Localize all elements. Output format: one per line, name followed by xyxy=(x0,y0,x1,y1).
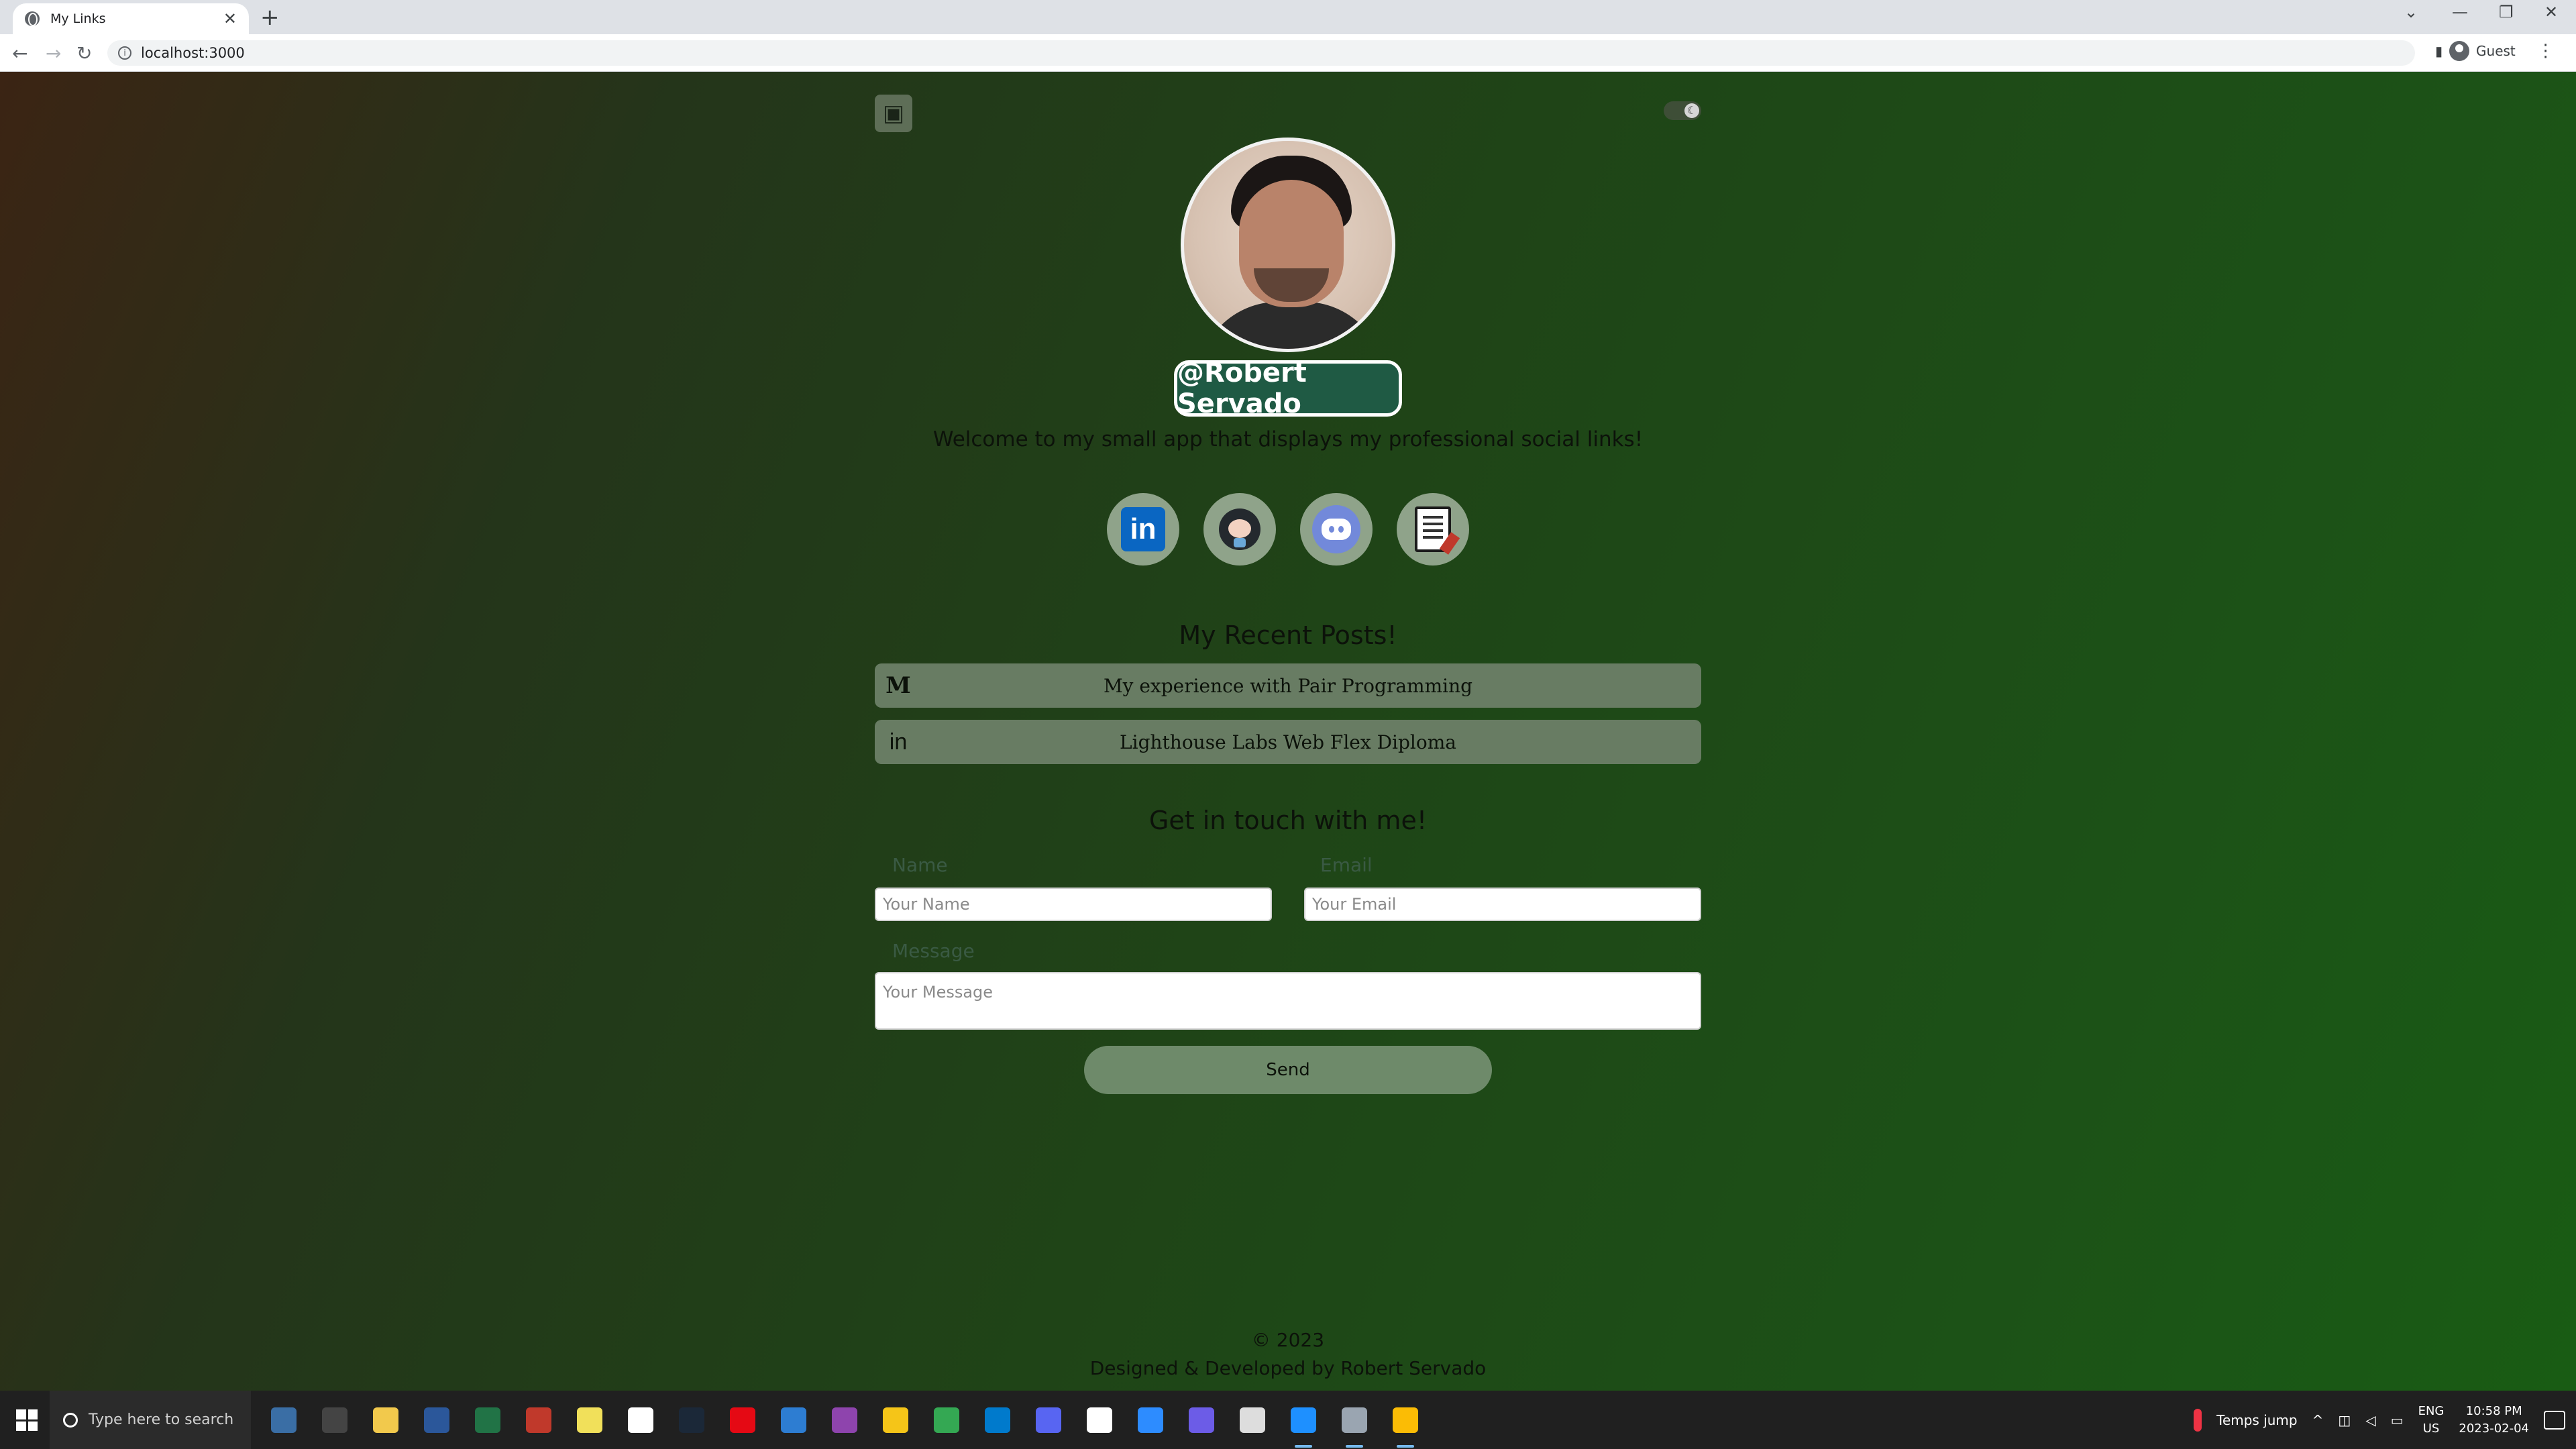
close-tab-icon[interactable]: ✕ xyxy=(223,9,237,28)
message-field[interactable] xyxy=(875,972,1701,1030)
weather-text[interactable]: Temps jump xyxy=(2216,1412,2298,1428)
page-viewport: ▣ ☾ @Robert Servado Welcome to my small … xyxy=(0,72,2576,1391)
side-panel-icon[interactable]: ▮ xyxy=(2435,43,2443,59)
app-purple-icon[interactable] xyxy=(828,1403,861,1437)
linkedin-icon: in xyxy=(1121,507,1165,551)
restore-button[interactable]: ❐ xyxy=(2499,3,2514,21)
globe-icon xyxy=(25,11,40,26)
email-field[interactable] xyxy=(1304,888,1701,921)
post-title: My experience with Pair Programming xyxy=(1103,674,1473,697)
chrome-icon[interactable] xyxy=(930,1403,963,1437)
post-title: Lighthouse Labs Web Flex Diploma xyxy=(1120,731,1456,753)
profile-avatar xyxy=(1181,138,1395,352)
reload-button[interactable]: ↻ xyxy=(76,42,92,64)
app-violet-icon[interactable] xyxy=(1185,1403,1218,1437)
name-label: Name xyxy=(892,854,948,876)
footer-copyright: © 2023 xyxy=(1251,1329,1325,1351)
clock-date: 2023-02-04 xyxy=(2459,1421,2529,1436)
address-url: localhost:3000 xyxy=(141,45,245,61)
address-bar[interactable]: i localhost:3000 xyxy=(107,40,2415,66)
profile-label[interactable]: Guest xyxy=(2476,43,2516,59)
windows-taskbar: Type here to search Temps jump ^ ◫ ◁ ▭ E… xyxy=(0,1391,2576,1449)
weather-icon[interactable] xyxy=(2194,1408,2202,1432)
linux-icon[interactable] xyxy=(879,1403,912,1437)
steam-icon[interactable] xyxy=(675,1403,708,1437)
widgets-icon[interactable] xyxy=(267,1403,301,1437)
resume-link[interactable] xyxy=(1397,493,1469,566)
discord-icon xyxy=(1312,505,1360,553)
search-placeholder: Type here to search xyxy=(89,1411,234,1428)
moon-icon: ☾ xyxy=(1684,103,1699,118)
taskbar-search[interactable]: Type here to search xyxy=(50,1391,251,1449)
welcome-text: Welcome to my small app that displays my… xyxy=(932,427,1644,451)
linkedin-link[interactable]: in xyxy=(1107,493,1179,566)
excel-icon[interactable] xyxy=(471,1403,504,1437)
linkedin-icon: in xyxy=(889,729,908,755)
browser-menu-icon[interactable]: ⋮ xyxy=(2537,41,2555,61)
tray-overflow-icon[interactable]: ^ xyxy=(2312,1412,2324,1428)
notes-icon[interactable] xyxy=(573,1403,606,1437)
profile-icon[interactable] xyxy=(2449,41,2470,61)
minimize-button[interactable]: — xyxy=(2452,3,2468,21)
browser-tab[interactable]: My Links ✕ xyxy=(13,3,249,34)
browser-toolbar: ← → ↻ i localhost:3000 ▮ Guest ⋮ xyxy=(0,34,2576,72)
post-link[interactable]: in Lighthouse Labs Web Flex Diploma xyxy=(875,720,1701,764)
vscode-icon[interactable] xyxy=(981,1403,1014,1437)
search-icon xyxy=(63,1412,78,1428)
task-view-icon[interactable] xyxy=(318,1403,352,1437)
medium-icon: M xyxy=(885,672,911,699)
discord-link[interactable] xyxy=(1300,493,1373,566)
page-container: ▣ ☾ @Robert Servado Welcome to my small … xyxy=(875,72,1701,1391)
volume-icon[interactable]: ◁ xyxy=(2365,1412,2375,1428)
app-blue-icon[interactable] xyxy=(777,1403,810,1437)
back-button[interactable]: ← xyxy=(12,42,28,64)
system-tray: Temps jump ^ ◫ ◁ ▭ ENG US 10:58 PM 2023-… xyxy=(2194,1391,2565,1449)
file-explorer-icon[interactable] xyxy=(369,1403,402,1437)
zoom-icon[interactable] xyxy=(1134,1403,1167,1437)
taskbar-apps xyxy=(267,1391,1422,1449)
browser-tabstrip: My Links ✕ + ⌄ — ❐ ✕ xyxy=(0,0,2576,34)
new-tab-button[interactable]: + xyxy=(260,4,280,31)
posts-title: My Recent Posts! xyxy=(1179,621,1397,650)
github-icon xyxy=(1219,508,1260,550)
resume-icon xyxy=(1415,506,1451,552)
tab-title: My Links xyxy=(50,11,106,26)
github-link[interactable] xyxy=(1203,493,1276,566)
github-desktop-icon[interactable] xyxy=(1236,1403,1269,1437)
theme-toggle[interactable]: ☾ xyxy=(1664,101,1701,120)
word-icon[interactable] xyxy=(420,1403,453,1437)
language-indicator[interactable]: ENG US xyxy=(2418,1403,2445,1438)
slack-icon[interactable] xyxy=(1083,1403,1116,1437)
clock-time: 10:58 PM xyxy=(2465,1403,2522,1418)
chrome-active-icon[interactable] xyxy=(1389,1403,1422,1448)
tab-search-icon[interactable]: ⌄ xyxy=(2404,3,2418,21)
contact-title: Get in touch with me! xyxy=(1148,806,1428,835)
app-red-icon[interactable] xyxy=(522,1403,555,1437)
social-links: in xyxy=(1107,493,1469,566)
send-button[interactable]: Send xyxy=(1084,1046,1492,1094)
battery-icon[interactable]: ▭ xyxy=(2391,1412,2404,1428)
profile-handle: @Robert Servado xyxy=(1174,358,1402,419)
clipboard-icon[interactable]: ▣ xyxy=(875,95,912,132)
start-button[interactable] xyxy=(16,1409,38,1431)
window-close-button[interactable]: ✕ xyxy=(2544,3,2558,21)
name-field[interactable] xyxy=(875,888,1272,921)
notification-icon[interactable] xyxy=(2544,1410,2565,1430)
netflix-icon[interactable] xyxy=(726,1403,759,1437)
discord-icon[interactable] xyxy=(1032,1403,1065,1437)
app-tool-icon[interactable] xyxy=(1338,1403,1371,1448)
forward-button[interactable]: → xyxy=(46,42,61,64)
file-icon[interactable] xyxy=(624,1403,657,1437)
network-icon[interactable]: ◫ xyxy=(2338,1412,2351,1428)
clock[interactable]: 10:58 PM 2023-02-04 xyxy=(2459,1403,2529,1438)
post-link[interactable]: M My experience with Pair Programming xyxy=(875,663,1701,708)
site-info-icon[interactable]: i xyxy=(118,46,131,60)
message-label: Message xyxy=(892,940,975,962)
email-label: Email xyxy=(1320,854,1373,876)
footer-credit: Designed & Developed by Robert Servado xyxy=(1089,1357,1487,1379)
app-globe-icon[interactable] xyxy=(1287,1403,1320,1448)
